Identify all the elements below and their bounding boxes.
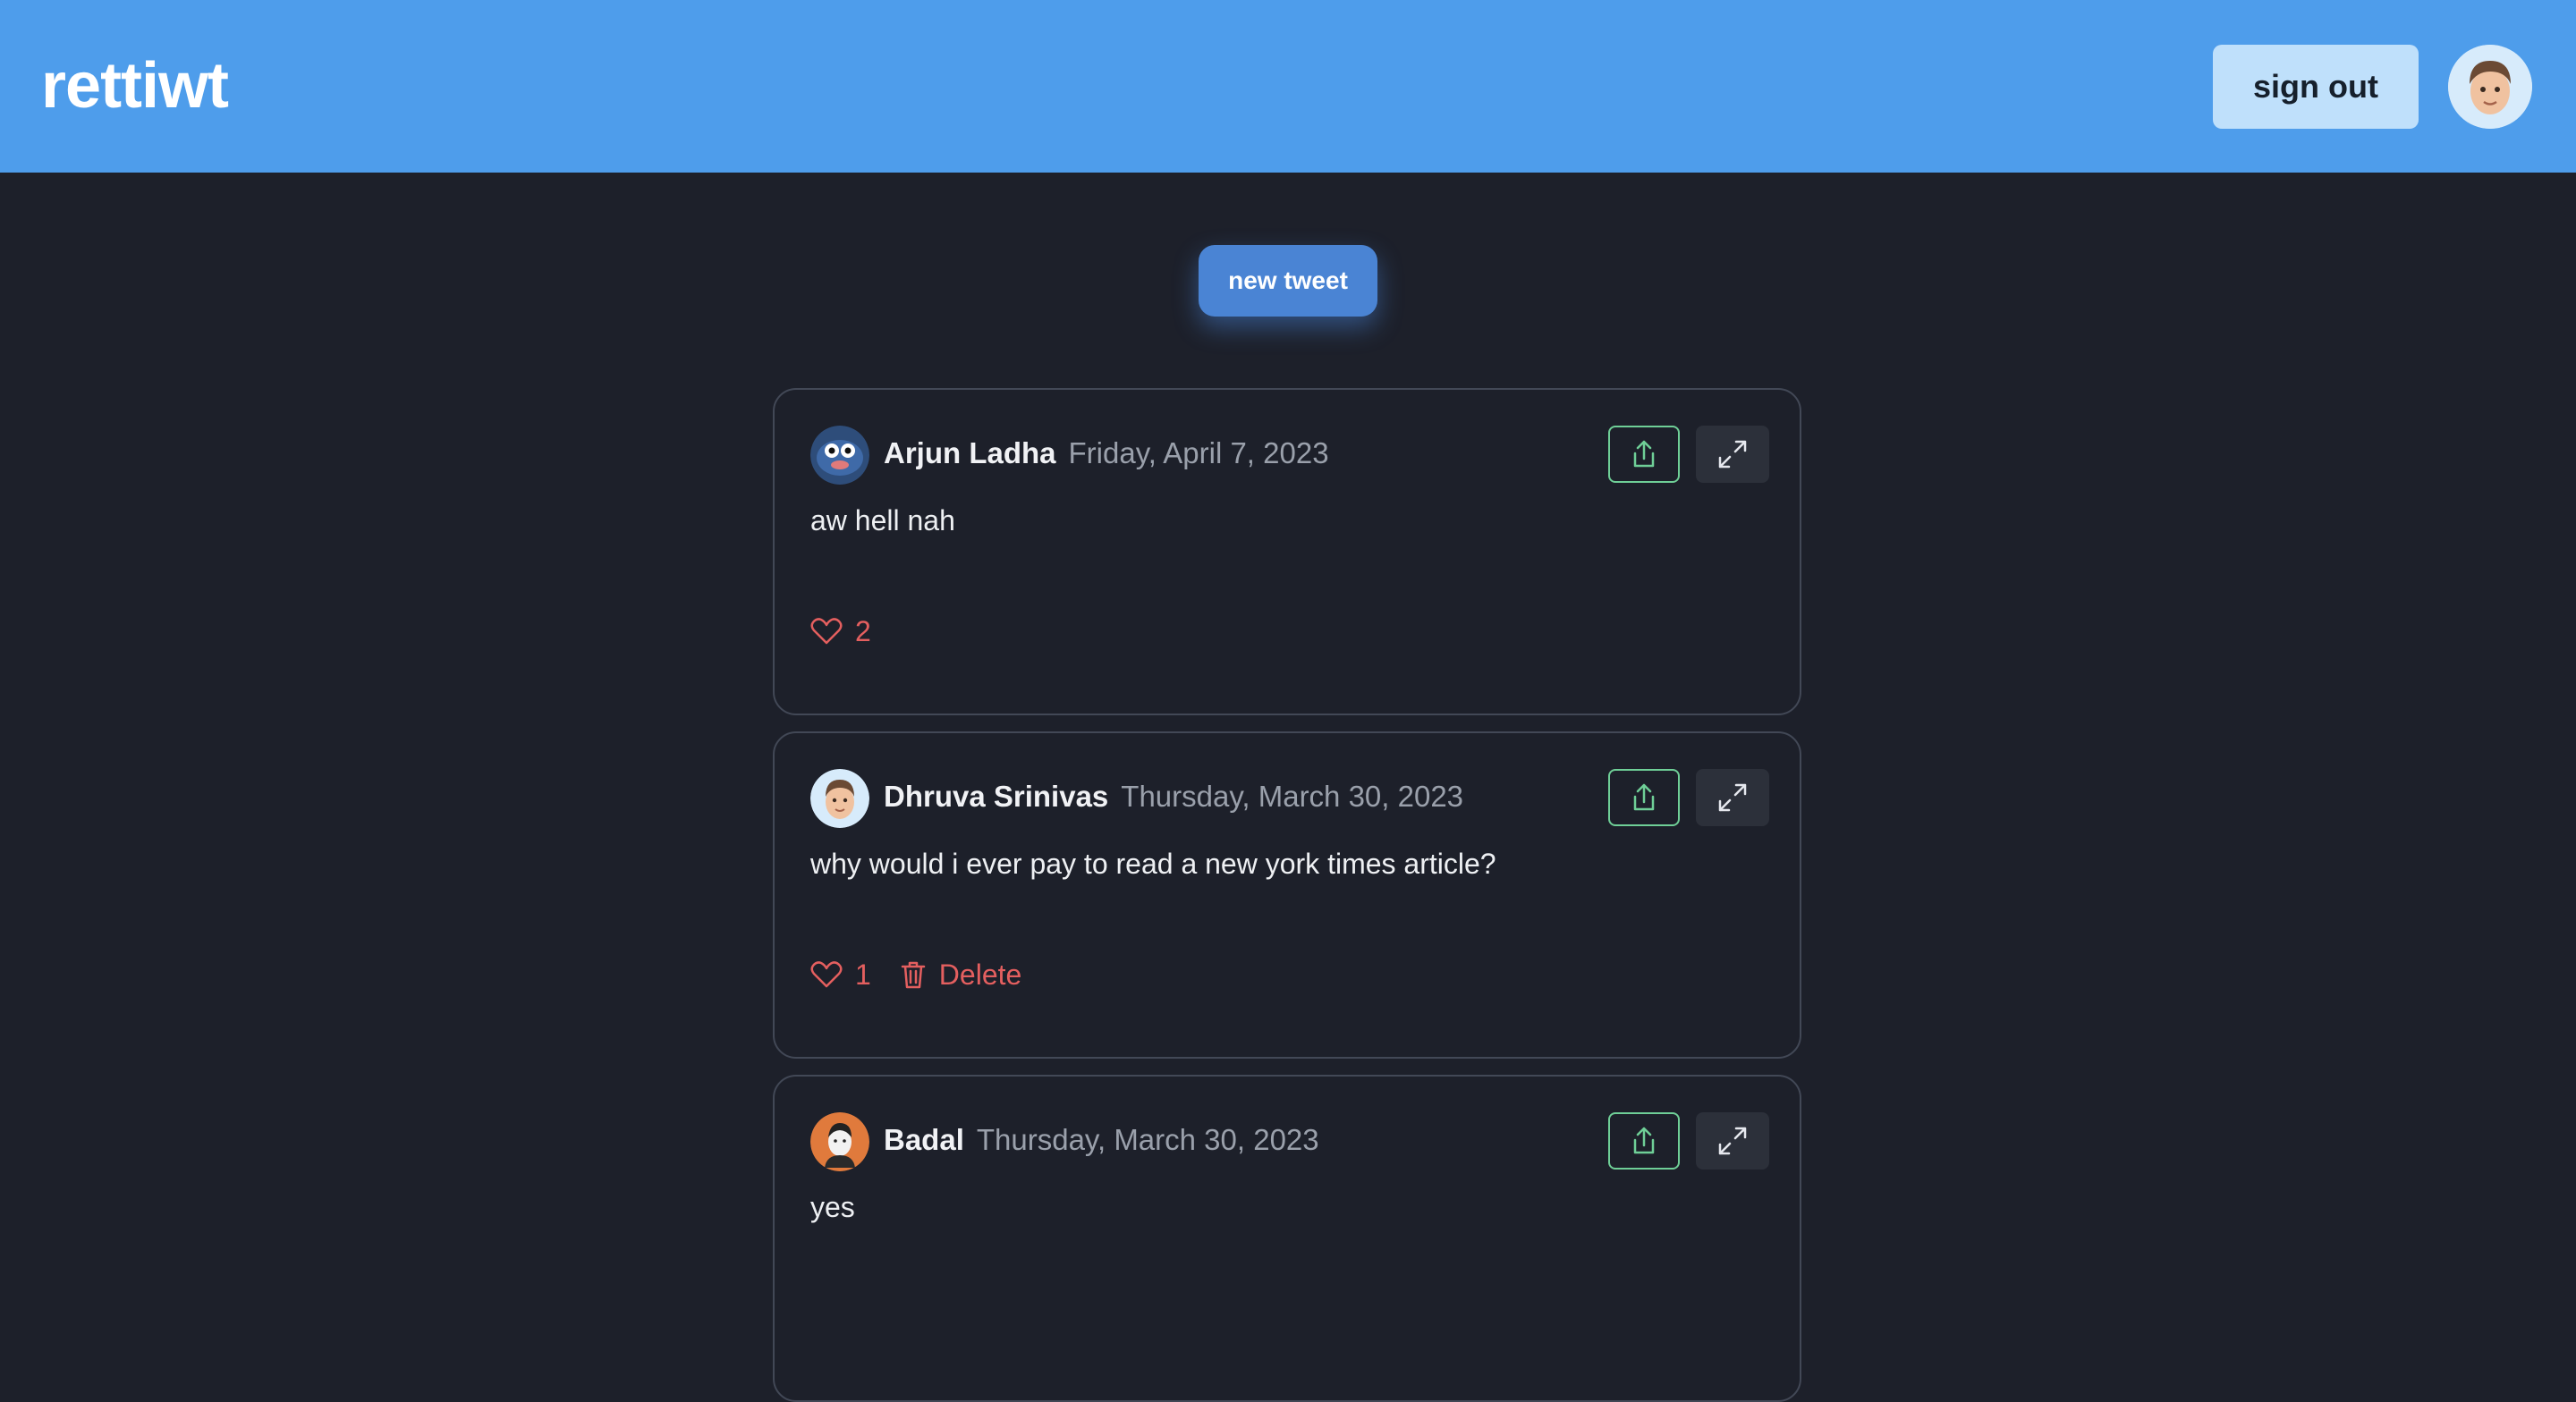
tweet-actions: 1 Delete: [810, 953, 1021, 996]
expand-button[interactable]: [1696, 1112, 1769, 1170]
author-avatar[interactable]: [810, 426, 869, 485]
like-count: 2: [855, 614, 871, 647]
top-bar: rettiwt sign out: [0, 0, 2576, 173]
like-count: 1: [855, 958, 871, 991]
sign-out-button[interactable]: sign out: [2213, 45, 2419, 129]
share-button[interactable]: [1608, 769, 1680, 826]
share-button[interactable]: [1608, 1112, 1680, 1170]
monster-avatar-icon: [810, 426, 869, 485]
expand-icon: [1718, 1127, 1747, 1155]
tweet-card: Badal Thursday, March 30, 2023 yes: [773, 1075, 1801, 1402]
tweet-actions: 2: [810, 610, 871, 653]
tweet-author[interactable]: Arjun Ladha Friday, April 7, 2023: [884, 436, 1329, 470]
trash-icon: [901, 961, 926, 989]
expand-button[interactable]: [1696, 769, 1769, 826]
author-avatar[interactable]: [810, 1112, 869, 1171]
author-avatar[interactable]: [810, 769, 869, 828]
author-name[interactable]: Dhruva Srinivas: [884, 780, 1108, 813]
tweet-card: Dhruva Srinivas Thursday, March 30, 2023 …: [773, 731, 1801, 1059]
delete-label: Delete: [938, 958, 1022, 991]
memoji-avatar-icon: [810, 769, 869, 828]
portrait-avatar-icon: [810, 1112, 869, 1171]
author-name[interactable]: Badal: [884, 1123, 964, 1156]
tweet-date: Thursday, March 30, 2023: [976, 1123, 1319, 1156]
new-tweet-button[interactable]: new tweet: [1199, 245, 1377, 317]
like-button[interactable]: 2: [810, 615, 871, 648]
author-name[interactable]: Arjun Ladha: [884, 436, 1056, 469]
tweet-author[interactable]: Dhruva Srinivas Thursday, March 30, 2023: [884, 780, 1463, 814]
tweet-author[interactable]: Badal Thursday, March 30, 2023: [884, 1123, 1319, 1157]
tweet-date: Thursday, March 30, 2023: [1121, 780, 1464, 813]
tweet-text: yes: [810, 1191, 855, 1223]
brand-logo[interactable]: rettiwt: [41, 50, 229, 122]
share-icon: [1633, 440, 1655, 468]
share-icon: [1633, 783, 1655, 811]
memoji-avatar-icon: [2448, 45, 2532, 129]
share-button[interactable]: [1608, 426, 1680, 483]
heart-icon: [810, 961, 843, 988]
heart-icon: [810, 618, 843, 645]
share-icon: [1633, 1127, 1655, 1154]
tweet-card: Arjun Ladha Friday, April 7, 2023 aw hell…: [773, 388, 1801, 715]
like-button[interactable]: 1: [810, 959, 871, 992]
current-user-avatar[interactable]: [2448, 45, 2532, 129]
expand-icon: [1718, 783, 1747, 812]
delete-button[interactable]: Delete: [900, 958, 1022, 992]
tweet-date: Friday, April 7, 2023: [1068, 436, 1329, 469]
tweet-text: why would i ever pay to read a new york …: [810, 848, 1496, 880]
expand-button[interactable]: [1696, 426, 1769, 483]
tweet-text: aw hell nah: [810, 504, 955, 536]
expand-icon: [1718, 440, 1747, 469]
